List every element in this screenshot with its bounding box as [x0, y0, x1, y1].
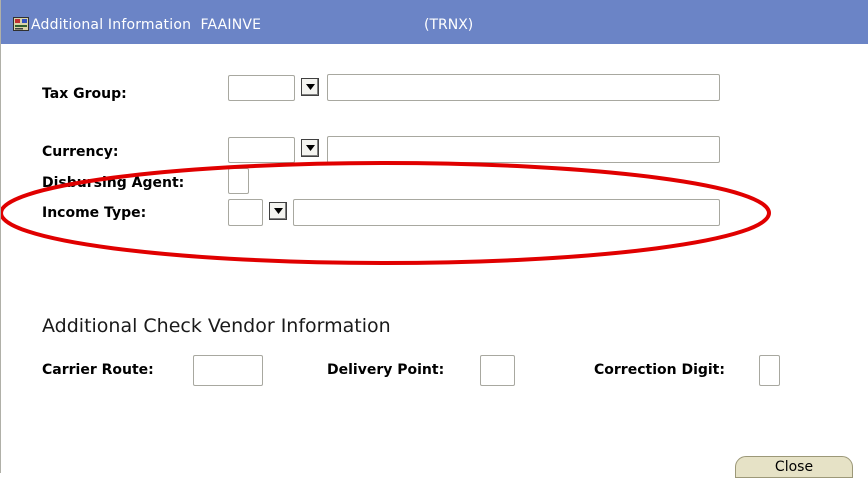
triangle-down-icon — [306, 145, 315, 151]
tax-group-code-input[interactable] — [228, 75, 295, 101]
carrier-route-label: Carrier Route: — [42, 362, 154, 378]
window-title: Additional Information FAAINVE — [31, 17, 262, 33]
income-type-label: Income Type: — [42, 205, 147, 221]
form-window-icon — [13, 17, 29, 31]
tax-group-label: Tax Group: — [42, 86, 127, 102]
triangle-down-icon — [306, 84, 315, 90]
currency-description-input[interactable] — [327, 136, 720, 163]
correction-digit-input[interactable] — [759, 355, 780, 386]
title-bar: Additional Information FAAINVE (TRNX) — [1, 0, 868, 44]
close-button[interactable]: Close — [735, 456, 853, 478]
income-type-dropdown-button[interactable] — [269, 202, 287, 220]
tax-group-dropdown-button[interactable] — [301, 78, 319, 96]
window-code: (TRNX) — [424, 17, 474, 33]
delivery-point-input[interactable] — [480, 355, 515, 386]
check-vendor-section-title: Additional Check Vendor Information — [42, 315, 391, 337]
currency-code-input[interactable] — [228, 137, 295, 163]
disbursing-agent-label: Disbursing Agent: — [42, 175, 185, 191]
carrier-route-input[interactable] — [193, 355, 263, 386]
tax-group-description-input[interactable] — [327, 74, 720, 101]
form-window: Additional Information FAAINVE (TRNX) Ta… — [0, 0, 868, 478]
annotation-ellipse — [1, 161, 771, 265]
income-type-description-input[interactable] — [293, 199, 720, 226]
currency-label: Currency: — [42, 144, 119, 160]
correction-digit-label: Correction Digit: — [594, 362, 725, 378]
delivery-point-label: Delivery Point: — [327, 362, 445, 378]
currency-dropdown-button[interactable] — [301, 139, 319, 157]
disbursing-agent-input[interactable] — [228, 168, 249, 194]
triangle-down-icon — [274, 208, 283, 214]
income-type-code-input[interactable] — [228, 199, 263, 226]
